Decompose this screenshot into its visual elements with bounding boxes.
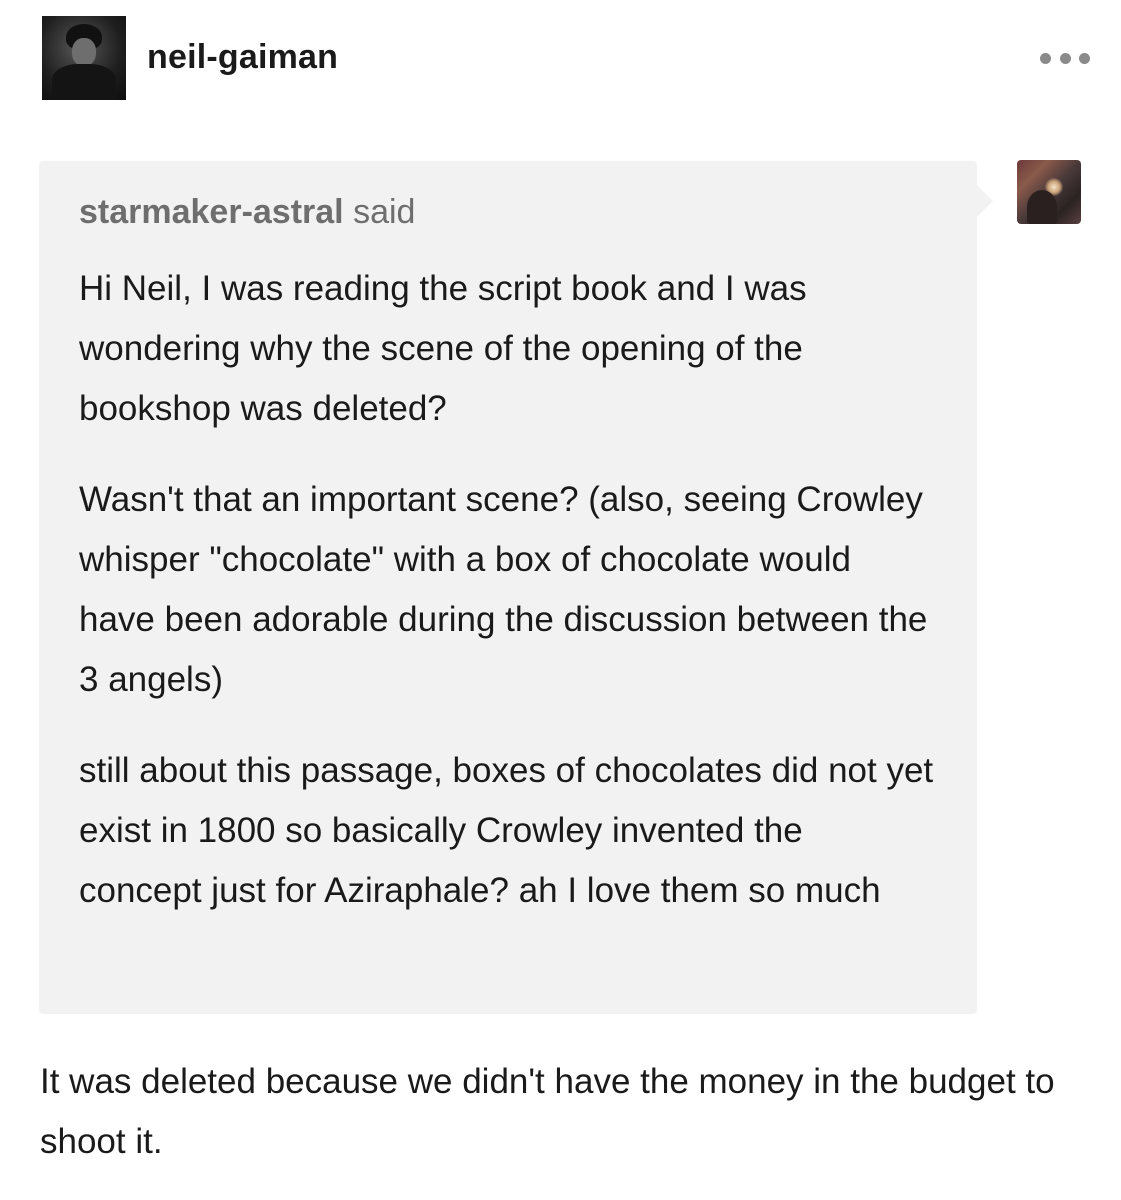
- asker-avatar[interactable]: [1017, 160, 1081, 224]
- ask-paragraph: Hi Neil, I was reading the script book a…: [79, 269, 807, 428]
- asker-username[interactable]: starmaker-astral: [79, 193, 344, 231]
- avatar-face: [72, 38, 96, 66]
- ask-paragraph: Wasn't that an important scene? (also, s…: [79, 480, 928, 699]
- ask-bubble: starmaker-astral said Hi Neil, I was rea…: [39, 161, 993, 1014]
- avatar-figure: [1027, 190, 1057, 224]
- ask-content: starmaker-astral said Hi Neil, I was rea…: [79, 191, 939, 952]
- author-username[interactable]: neil-gaiman: [147, 38, 338, 77]
- said-label: said: [353, 193, 416, 231]
- ask-attribution: starmaker-astral said: [79, 191, 939, 233]
- answer-text: It was deleted because we didn't have th…: [40, 1062, 1055, 1161]
- post-header: neil-gaiman: [42, 16, 1092, 102]
- more-dot-icon: [1079, 52, 1090, 64]
- more-dot-icon: [1059, 52, 1071, 64]
- more-dot-icon: [1040, 52, 1051, 64]
- more-options-button[interactable]: [1040, 46, 1090, 70]
- ask-paragraph: still about this passage, boxes of choco…: [79, 751, 934, 910]
- avatar-body: [52, 64, 116, 100]
- author-avatar[interactable]: [42, 16, 126, 100]
